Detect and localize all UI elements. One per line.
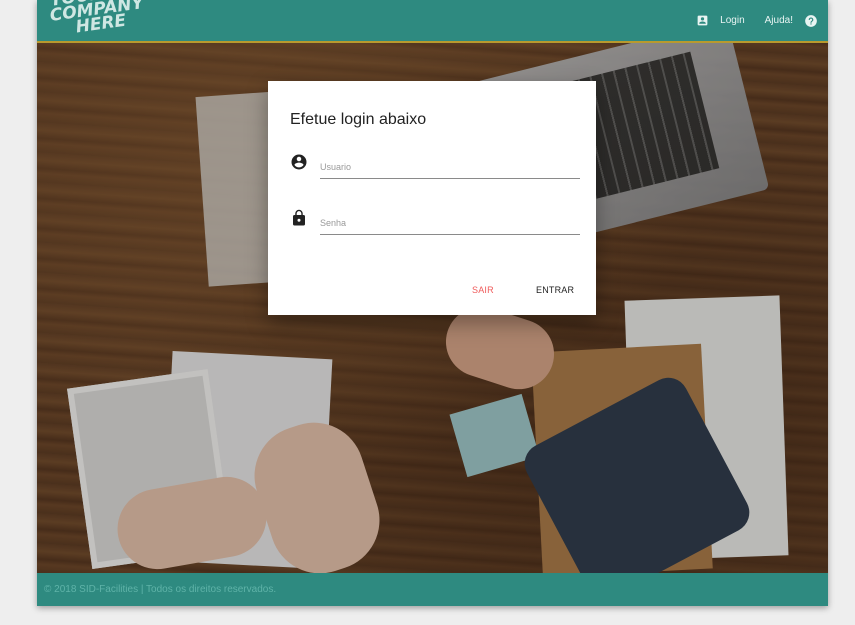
footer-copyright: © 2018 SID-Facilities | Todos os direito…	[44, 584, 277, 595]
dialog-title: Efetue login abaixo	[290, 111, 427, 128]
top-nav: Login Ajuda!	[696, 0, 818, 41]
submit-button[interactable]: ENTRAR	[530, 281, 580, 299]
lock-icon	[290, 209, 308, 227]
help-link[interactable]: Ajuda!	[765, 14, 818, 28]
username-input[interactable]	[320, 155, 580, 179]
login-dialog: Efetue login abaixo SAIR ENTRAR	[268, 81, 596, 315]
help-label: Ajuda!	[764, 15, 793, 26]
footer: © 2018 SID-Facilities | Todos os direito…	[37, 573, 828, 606]
login-link[interactable]: Login	[696, 14, 745, 27]
top-bar: YOUR COMPANY HERE Login Ajuda!	[37, 0, 828, 43]
cancel-button[interactable]: SAIR	[466, 281, 500, 299]
username-field	[290, 153, 580, 187]
account-box-icon	[696, 14, 709, 27]
password-field	[290, 209, 580, 243]
account-circle-icon	[290, 153, 308, 171]
help-circle-icon	[804, 14, 818, 28]
login-label: Login	[720, 15, 745, 26]
company-logo[interactable]: YOUR COMPANY HERE	[49, 0, 165, 45]
password-input[interactable]	[320, 211, 580, 235]
